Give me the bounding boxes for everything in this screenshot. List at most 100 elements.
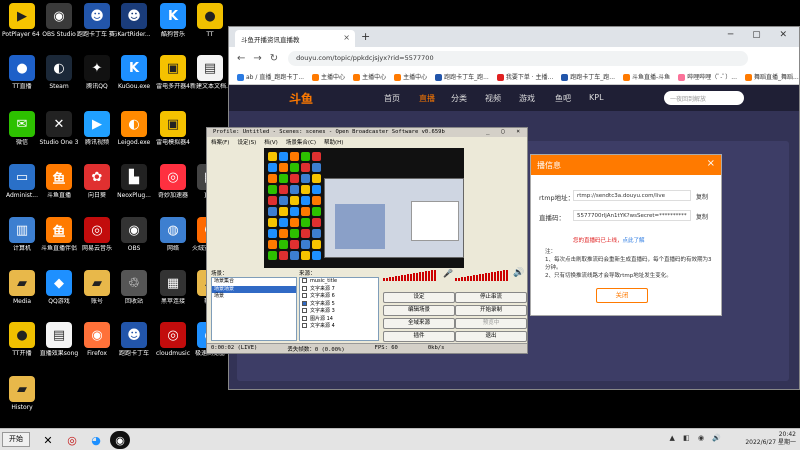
bookmark-item[interactable]: 跑跑卡丁车_跑... bbox=[435, 72, 489, 81]
desktop-icon[interactable]: ▦ 黑苹连接 bbox=[153, 270, 193, 305]
desktop-icon[interactable]: ◎ cloudmusic bbox=[153, 322, 193, 357]
source-checkbox[interactable] bbox=[302, 308, 307, 313]
desktop-icon[interactable]: ◍ 网络 bbox=[153, 217, 193, 252]
bookmark-item[interactable]: 主播中心 bbox=[394, 72, 427, 81]
close-button[interactable]: 关闭 bbox=[596, 288, 648, 303]
scene-list[interactable]: 场景集合 场景场景 场景 bbox=[211, 277, 297, 341]
desktop-icon[interactable]: ▰ History bbox=[2, 376, 42, 411]
desktop-icon[interactable]: ◉ OBS bbox=[114, 217, 154, 252]
site-nav-item[interactable]: 游戏 bbox=[519, 93, 535, 104]
desktop-icon[interactable]: ▭ Administ... bbox=[2, 164, 42, 199]
desktop-icon[interactable]: 鱼斗鱼直播伴侣 bbox=[39, 217, 79, 252]
desktop-icon[interactable]: ✦ 腾讯QQ bbox=[77, 55, 117, 90]
desktop-icon[interactable]: ◐ Leigod.exe bbox=[114, 111, 154, 146]
source-item[interactable]: 文字来源 7 bbox=[300, 285, 378, 294]
obs-menu-item[interactable]: 档案(F) bbox=[211, 138, 229, 146]
desktop-icon[interactable]: ▣ 雷电多开器4 bbox=[153, 55, 193, 90]
desktop-icon[interactable]: ● TT bbox=[190, 3, 230, 38]
desktop-icon[interactable]: ▤ 直播效果song bbox=[39, 322, 79, 357]
new-tab-icon[interactable]: + bbox=[361, 30, 370, 43]
desktop-icon[interactable]: ◉ OBS Studio bbox=[39, 3, 79, 38]
plugins-button[interactable]: 插件 bbox=[383, 331, 455, 342]
source-item[interactable]: 文字来源 6 bbox=[300, 293, 378, 301]
site-search-input[interactable]: 一夜回到解放 bbox=[664, 91, 744, 105]
desktop-icon[interactable]: ◎ 网易云音乐 bbox=[77, 217, 117, 252]
obs-menu-item[interactable]: 帮助(H) bbox=[324, 138, 343, 146]
start-record-button[interactable]: 开始录制 bbox=[455, 305, 527, 316]
source-item[interactable]: 图片源 14 bbox=[300, 315, 378, 324]
clock[interactable]: 20:42 2022/6/27 星期一 bbox=[745, 431, 796, 447]
bookmark-item[interactable]: 哔哩哔哩（ﾟ-ﾟ）... bbox=[678, 72, 737, 81]
edit-scene-button[interactable]: 编辑场景 bbox=[383, 305, 455, 316]
copy-rtmp-button[interactable]: 复制 bbox=[696, 192, 708, 201]
rtmp-field[interactable]: rtmp://sendtc3a.douyu.com/live bbox=[573, 190, 691, 201]
speaker-icon[interactable]: 🔊 bbox=[513, 268, 524, 278]
source-item[interactable]: 文字来源 5 bbox=[300, 300, 378, 309]
desktop-icon[interactable]: ◉ Firefox bbox=[77, 322, 117, 357]
source-checkbox[interactable] bbox=[302, 315, 307, 321]
bookmark-item[interactable]: ab / 直播_跑跑卡丁... bbox=[237, 72, 304, 81]
desktop-icon[interactable]: ▰ 账号 bbox=[77, 270, 117, 305]
site-nav-item[interactable]: 视频 bbox=[485, 93, 501, 104]
back-icon[interactable]: ← bbox=[237, 53, 245, 64]
scene-item[interactable]: 场景场景 bbox=[212, 285, 296, 293]
source-item[interactable]: music_title bbox=[300, 278, 378, 286]
desktop-icon[interactable]: ▶ PotPlayer 64 bit bbox=[2, 3, 42, 38]
desktop-icon[interactable]: ✕ Studio One 3 bbox=[39, 111, 79, 146]
source-list[interactable]: music_title 文字来源 7 文字来源 6 文字来源 5 文字来源 3 图片源 1… bbox=[299, 277, 379, 341]
desktop-icon[interactable]: K 酷狗音乐 bbox=[153, 3, 193, 38]
source-checkbox[interactable] bbox=[302, 323, 307, 328]
preview-button[interactable]: 预览中 bbox=[455, 318, 527, 329]
bookmark-item[interactable]: 主播中心 bbox=[353, 72, 386, 81]
desktop-icon[interactable]: ▶ 腾讯视频 bbox=[77, 111, 117, 146]
window-controls[interactable]: ─ ▢ ✕ bbox=[728, 30, 795, 40]
desktop-icon[interactable]: ▰ Media bbox=[2, 270, 42, 305]
global-sources-button[interactable]: 全域来源 bbox=[383, 318, 455, 329]
obs-taskbar-icon[interactable]: ◉ bbox=[110, 431, 130, 449]
bookmark-item[interactable]: 斗鱼直播-斗鱼 bbox=[623, 72, 670, 81]
desktop-icon[interactable]: ▙ NeoxPlug... bbox=[114, 164, 154, 199]
site-nav-item[interactable]: 鱼吧 bbox=[555, 93, 571, 104]
url-input[interactable]: douyu.com/topic/ppkdcjsjyx?rid=5577700 bbox=[288, 50, 749, 66]
bookmark-item[interactable]: 跑跑卡丁车_跑... bbox=[561, 72, 615, 81]
desktop-icon[interactable]: ☻ 跑跑卡丁车 赛道 bbox=[77, 3, 117, 38]
desktop-icon[interactable]: K KuGou.exe bbox=[114, 55, 154, 90]
forward-icon[interactable]: → bbox=[253, 53, 261, 64]
obs-menu-item[interactable]: 档(V) bbox=[264, 138, 278, 146]
source-checkbox[interactable] bbox=[302, 278, 307, 283]
close-icon[interactable]: × bbox=[707, 158, 715, 169]
desktop-icon[interactable]: ✉ 微信 bbox=[2, 111, 42, 146]
site-nav-item[interactable]: 分类 bbox=[451, 93, 467, 104]
start-button[interactable]: 开始 bbox=[2, 432, 30, 447]
source-item[interactable]: 文字来源 3 bbox=[300, 308, 378, 316]
source-checkbox[interactable] bbox=[302, 285, 307, 291]
exit-button[interactable]: 退出 bbox=[455, 331, 527, 342]
source-checkbox[interactable] bbox=[302, 293, 307, 298]
desktop-icon[interactable]: ✿ 向日葵 bbox=[77, 164, 117, 199]
desktop-icon[interactable]: ♲ 回收站 bbox=[114, 270, 154, 305]
bookmark-item[interactable]: 我要下单 · 主播... bbox=[496, 72, 553, 81]
browser-tab[interactable]: 斗鱼开播资讯直播教 × bbox=[235, 30, 355, 47]
site-nav-item[interactable]: KPL bbox=[589, 93, 604, 102]
obs-window-controls[interactable]: _ ▢ × bbox=[486, 128, 524, 135]
scene-item[interactable]: 场景集合 bbox=[212, 278, 296, 286]
site-nav-item[interactable]: 直播 bbox=[419, 93, 435, 104]
source-item[interactable]: 文字来源 4 bbox=[300, 323, 378, 331]
system-tray-icons[interactable]: ▲ ◧ ◉ 🔊 bbox=[670, 434, 725, 442]
studio-one-taskbar-icon[interactable]: ✕ bbox=[38, 431, 58, 449]
obs-menu-item[interactable]: 场景集合(C) bbox=[286, 138, 316, 146]
desktop-icon[interactable]: ▤ 新建文本文档.txt bbox=[190, 55, 230, 90]
bookmark-item[interactable]: 舞蹈直播_舞蹈... bbox=[745, 72, 799, 81]
scene-item[interactable]: 场景 bbox=[212, 293, 296, 301]
learn-more-link[interactable]: 点此了解 bbox=[623, 238, 645, 244]
desktop-icon[interactable]: ▥ 计算机 bbox=[2, 217, 42, 252]
copy-key-button[interactable]: 复制 bbox=[696, 212, 708, 221]
source-checkbox[interactable] bbox=[302, 300, 307, 306]
reload-icon[interactable]: ↻ bbox=[270, 53, 278, 64]
site-nav-item[interactable]: 首页 bbox=[384, 93, 400, 104]
desktop-icon[interactable]: ◆ QQ游戏 bbox=[39, 270, 79, 305]
desktop-icon[interactable]: ● TT直播 bbox=[2, 55, 42, 90]
settings-button[interactable]: 设定 bbox=[383, 292, 455, 303]
desktop-icon[interactable]: ▣ 雷电模拟器4 bbox=[153, 111, 193, 146]
stream-key-field[interactable]: 5577700rljAn1tYK?wsSecret=********** bbox=[573, 210, 691, 221]
